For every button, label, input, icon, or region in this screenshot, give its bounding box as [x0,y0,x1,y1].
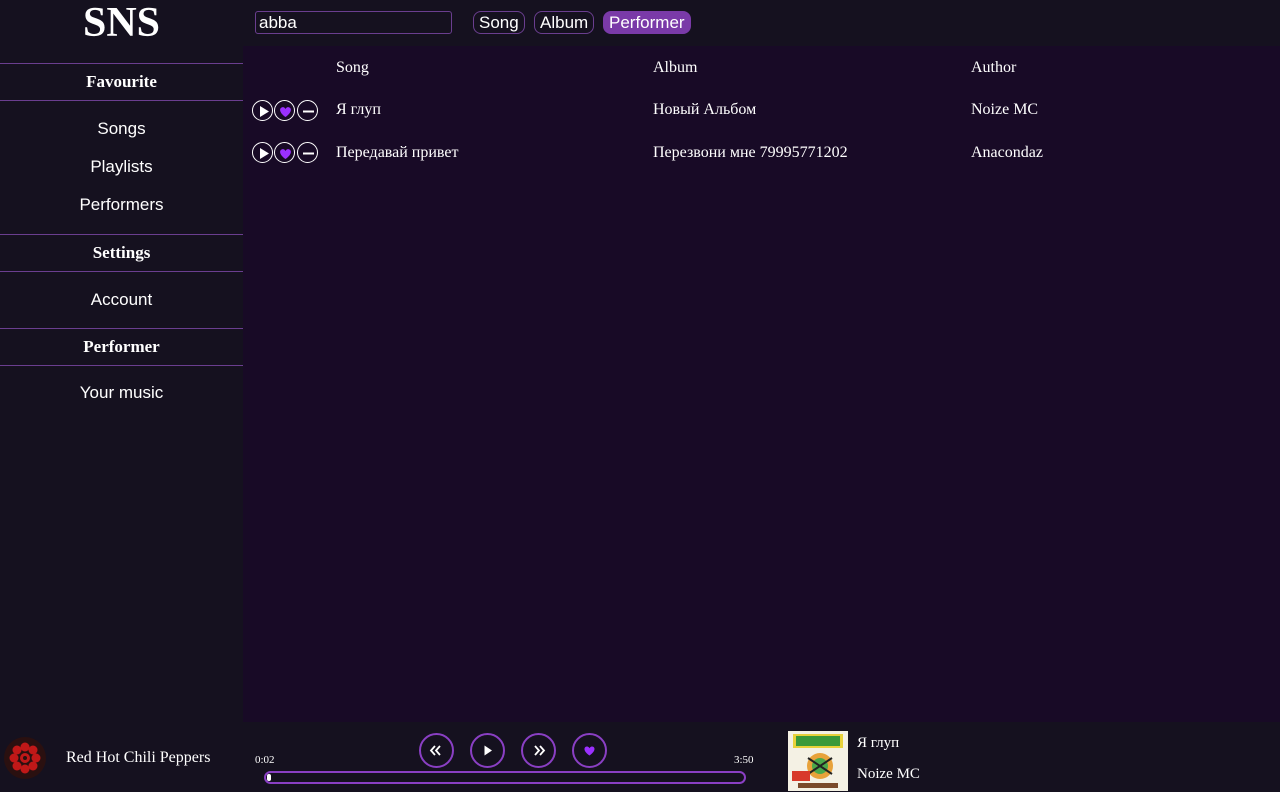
column-header-album: Album [653,59,698,76]
filter-album-button[interactable]: Album [534,11,595,34]
results-table: Song Album Author Я глуп Новый Альбом No… [243,46,1280,722]
song-title[interactable]: Я глуп [336,101,381,119]
search-input[interactable] [255,11,452,34]
fast-forward-icon [534,745,546,756]
performer-logo[interactable] [4,737,46,779]
sidebar-section-settings: Settings [0,234,243,272]
minus-icon[interactable] [297,100,318,121]
heart-icon [584,746,595,756]
heart-icon[interactable] [274,100,295,121]
rewind-icon [429,745,441,756]
top-bar: Song Album Performer [243,0,1280,46]
app-logo[interactable]: SNS [0,0,243,46]
sidebar-section-favourite: Favourite [0,63,243,101]
player-bar: Red Hot Chili Peppers 0:02 3:50 Я глуп N… [0,722,1280,792]
filter-song-button[interactable]: Song [473,11,525,34]
author-name[interactable]: Anacondaz [971,144,1043,162]
play-icon [484,745,492,756]
heart-icon[interactable] [274,142,295,163]
sidebar-item-playlists[interactable]: Playlists [0,148,243,186]
row-actions [252,100,322,122]
album-name[interactable]: Новый Альбом [653,101,756,119]
rewind-button[interactable] [419,733,454,768]
sidebar-section-performer: Performer [0,328,243,366]
sidebar: SNS Favourite Songs Playlists Performers… [0,0,243,722]
current-performer[interactable]: Red Hot Chili Peppers [66,749,210,767]
progress-fill [267,774,271,781]
album-name[interactable]: Перезвони мне 79995771202 [653,144,848,162]
sidebar-item-account[interactable]: Account [0,281,243,319]
play-icon[interactable] [252,100,273,121]
column-header-song: Song [336,59,369,76]
play-icon[interactable] [252,142,273,163]
sidebar-item-your-music[interactable]: Your music [0,374,243,412]
filter-performer-button[interactable]: Performer [603,11,691,34]
column-header-author: Author [971,59,1017,76]
now-playing-title[interactable]: Я глуп [857,735,899,752]
now-playing-artist[interactable]: Noize MC [857,766,920,783]
like-button[interactable] [572,733,607,768]
progress-bar[interactable] [264,771,746,784]
total-time: 3:50 [734,754,754,766]
fast-forward-button[interactable] [521,733,556,768]
minus-icon[interactable] [297,142,318,163]
app-root: SNS Favourite Songs Playlists Performers… [0,0,1280,792]
play-button[interactable] [470,733,505,768]
song-title[interactable]: Передавай привет [336,144,458,162]
author-name[interactable]: Noize MC [971,101,1038,119]
sidebar-item-performers[interactable]: Performers [0,186,243,224]
current-time: 0:02 [255,754,275,766]
album-cover[interactable] [788,731,848,791]
sidebar-item-songs[interactable]: Songs [0,110,243,148]
row-actions [252,142,322,164]
